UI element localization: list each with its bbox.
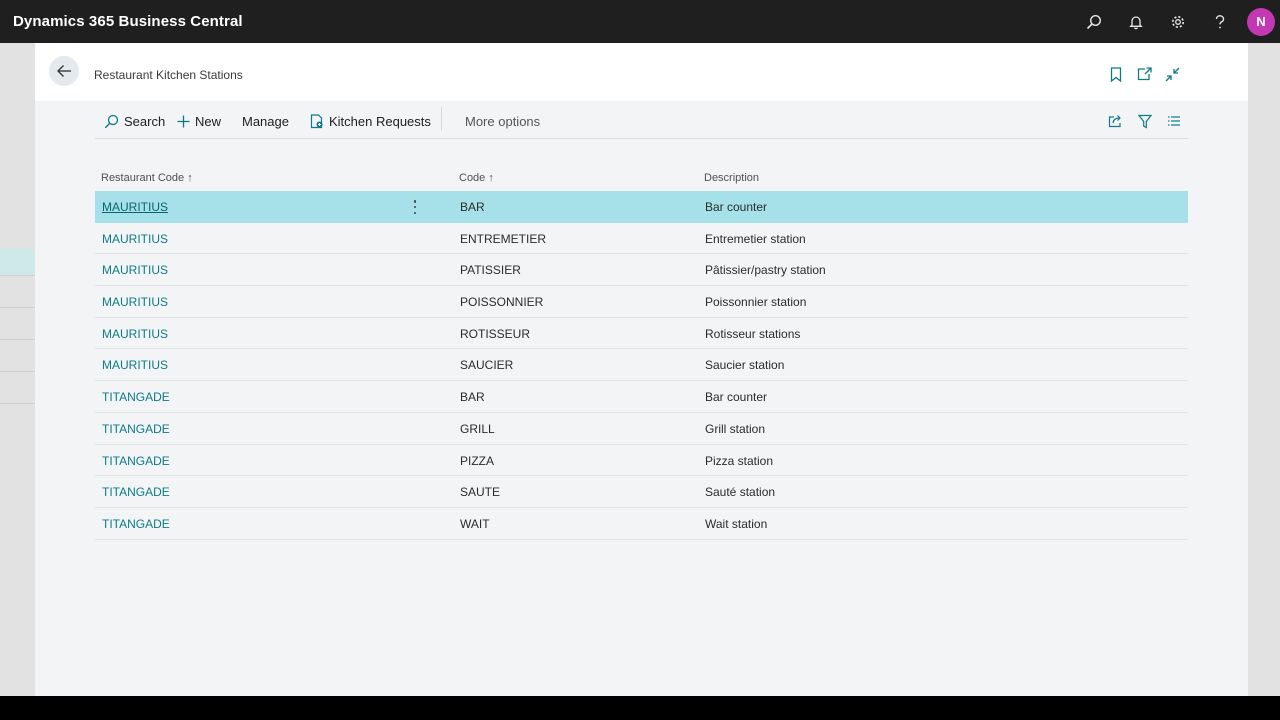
search-button[interactable]: Search	[104, 112, 165, 130]
view-actions	[1101, 111, 1188, 131]
avatar[interactable]: N	[1247, 7, 1275, 36]
description-cell: Rotisseur stations	[705, 326, 801, 341]
code-cell: POISSONNIER	[460, 295, 544, 310]
restaurant-code-cell[interactable]: TITANGADE	[102, 390, 170, 404]
restaurant-code-cell[interactable]: TITANGADE	[102, 485, 170, 499]
description-cell: Saucier station	[705, 358, 785, 373]
kitchen-requests-button[interactable]: Kitchen Requests	[310, 112, 431, 130]
action-separator	[441, 107, 442, 131]
background-divider	[0, 307, 36, 308]
action-bar: Search New Manage Kitchen Requests More …	[95, 101, 1188, 139]
restaurant-code-cell[interactable]: TITANGADE	[102, 422, 170, 436]
description-cell: Sauté station	[705, 485, 776, 500]
kitchen-stations-dialog: Restaurant Kitchen Stations Search New M…	[35, 43, 1248, 696]
description-cell: Entremetier station	[705, 231, 806, 246]
top-bar-icons: N	[1073, 0, 1280, 43]
bell-icon[interactable]	[1115, 0, 1157, 43]
app-top-bar: Dynamics 365 Business Central N	[0, 0, 1280, 43]
collapse-icon[interactable]	[1158, 63, 1186, 85]
table-row[interactable]: MAURITIUS PATISSIER Pâtissier/pastry sta…	[95, 254, 1188, 287]
table-row[interactable]: MAURITIUS ENTREMETIER Entremetier statio…	[95, 223, 1188, 255]
code-cell: GRILL	[460, 421, 495, 436]
back-button[interactable]	[49, 56, 79, 86]
code-cell: SAUTE	[460, 485, 501, 500]
filter-icon[interactable]	[1130, 111, 1159, 131]
table-row[interactable]: TITANGADE SAUTE Sauté station	[95, 476, 1188, 508]
table-row[interactable]: TITANGADE PIZZA Pizza station	[95, 445, 1188, 477]
background-divider	[0, 339, 36, 340]
bottom-strip	[0, 696, 1280, 720]
search-icon	[104, 114, 119, 128]
description-cell: Bar counter	[705, 390, 768, 405]
help-icon[interactable]	[1199, 0, 1241, 43]
table-row[interactable]: MAURITIUS ROTISSEUR Rotisseur stations	[95, 318, 1188, 350]
column-header-restaurant-code[interactable]: Restaurant Code ↑	[101, 172, 193, 184]
dialog-header-icons	[1102, 63, 1186, 85]
table-row[interactable]: TITANGADE BAR Bar counter	[95, 381, 1188, 413]
more-options-button[interactable]: More options	[465, 112, 540, 130]
back-arrow-icon	[57, 65, 71, 77]
restaurant-code-cell[interactable]: MAURITIUS	[102, 232, 168, 246]
table-row[interactable]: MAURITIUS BAR Bar counter	[95, 191, 1188, 223]
description-cell: Pizza station	[705, 453, 774, 468]
table-row[interactable]: TITANGADE GRILL Grill station	[95, 413, 1188, 445]
restaurant-code-cell[interactable]: MAURITIUS	[102, 327, 168, 341]
new-label: New	[195, 113, 222, 129]
restaurant-code-cell[interactable]: MAURITIUS	[102, 295, 168, 309]
restaurant-code-cell[interactable]: MAURITIUS	[102, 358, 168, 372]
table-row[interactable]: MAURITIUS POISSONNIER Poissonnier statio…	[95, 286, 1188, 318]
open-new-window-icon[interactable]	[1130, 63, 1158, 85]
list-view-icon[interactable]	[1159, 111, 1188, 131]
plus-icon	[177, 115, 190, 127]
share-icon[interactable]	[1101, 111, 1130, 131]
restaurant-code-cell[interactable]: TITANGADE	[102, 454, 170, 468]
column-header-description[interactable]: Description	[704, 172, 759, 184]
page-title: Restaurant Kitchen Stations	[94, 68, 243, 82]
code-cell: SAUCIER	[460, 358, 514, 373]
description-cell: Bar counter	[705, 200, 768, 214]
code-cell: BAR	[460, 390, 485, 405]
table-row[interactable]: MAURITIUS SAUCIER Saucier station	[95, 349, 1188, 382]
code-cell: WAIT	[460, 516, 490, 531]
kitchen-stations-table: Restaurant Code ↑ Code ↑ Description MAU…	[95, 165, 1188, 540]
description-cell: Poissonnier station	[705, 295, 807, 310]
restaurant-code-cell[interactable]: MAURITIUS	[102, 263, 168, 277]
restaurant-code-cell[interactable]: MAURITIUS	[102, 200, 168, 214]
code-cell: PATISSIER	[460, 263, 521, 278]
new-button[interactable]: New	[177, 112, 221, 130]
more-vertical-icon[interactable]	[411, 199, 419, 215]
code-cell: BAR	[460, 200, 485, 214]
search-icon[interactable]	[1073, 0, 1115, 43]
table-row[interactable]: TITANGADE WAIT Wait station	[95, 508, 1188, 540]
column-header-code[interactable]: Code ↑	[459, 172, 494, 184]
manage-button[interactable]: Manage	[242, 112, 289, 130]
restaurant-code-cell[interactable]: TITANGADE	[102, 517, 170, 531]
background-divider	[0, 403, 36, 404]
code-cell: ROTISSEUR	[460, 326, 531, 341]
code-cell: ENTREMETIER	[460, 231, 547, 246]
kitchen-requests-label: Kitchen Requests	[329, 113, 431, 129]
manage-label: Manage	[242, 113, 289, 129]
table-header: Restaurant Code ↑ Code ↑ Description	[95, 165, 1188, 191]
kitchen-requests-icon	[310, 113, 323, 128]
code-cell: PIZZA	[460, 453, 495, 468]
description-cell: Pâtissier/pastry station	[705, 263, 826, 278]
bookmark-icon[interactable]	[1102, 63, 1130, 85]
dialog-header: Restaurant Kitchen Stations	[35, 43, 1248, 101]
more-options-label: More options	[465, 113, 541, 129]
background-divider	[0, 371, 36, 372]
background-divider	[0, 275, 36, 276]
description-cell: Wait station	[705, 516, 768, 531]
gear-icon[interactable]	[1157, 0, 1199, 43]
search-label: Search	[124, 113, 166, 129]
description-cell: Grill station	[705, 421, 766, 436]
background-selected-row	[0, 249, 36, 275]
app-title: Dynamics 365 Business Central	[13, 13, 243, 30]
